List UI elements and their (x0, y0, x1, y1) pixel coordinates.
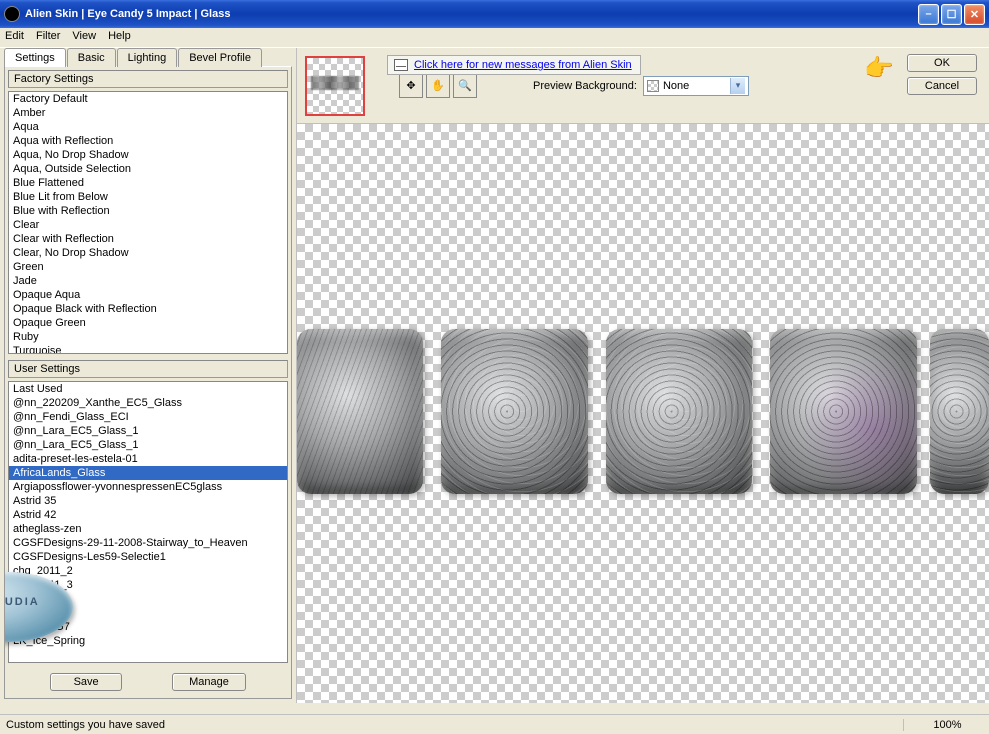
list-item[interactable]: Astrid 35 (9, 494, 287, 508)
menu-edit[interactable]: Edit (5, 30, 24, 45)
list-item[interactable]: adita-preset-les-estela-01 (9, 452, 287, 466)
list-item[interactable]: Glass_CG7 (9, 620, 287, 634)
list-item[interactable]: @nn_Fendi_Glass_ECI (9, 410, 287, 424)
alien-skin-link[interactable]: Click here for new messages from Alien S… (414, 59, 632, 71)
list-item[interactable]: Last Used (9, 382, 287, 396)
glass-tile (930, 329, 989, 494)
status-zoom: 100% (903, 719, 983, 731)
menu-help[interactable]: Help (108, 30, 131, 45)
list-item[interactable]: Argiapossflower-yvonnespressenEC5glass (9, 480, 287, 494)
list-item[interactable]: Turquoise (9, 344, 287, 354)
list-item[interactable]: Clear (9, 218, 287, 232)
status-text: Custom settings you have saved (6, 719, 903, 731)
window-title: Alien Skin | Eye Candy 5 Impact | Glass (25, 8, 918, 20)
list-item[interactable]: Glass_CG6 (9, 606, 287, 620)
glass-tile (606, 329, 753, 494)
preview-canvas[interactable] (297, 124, 989, 703)
list-item[interactable]: Factory Default (9, 92, 287, 106)
glass-tile (441, 329, 588, 494)
minimize-button[interactable]: – (918, 4, 939, 25)
tab-bevel-profile[interactable]: Bevel Profile (178, 48, 262, 67)
menu-bar: Edit Filter View Help (0, 28, 989, 48)
preview-bg-label: Preview Background: (533, 80, 637, 92)
glass-preview-row (297, 329, 989, 494)
list-item[interactable]: @nn_Lara_EC5_Glass_1 (9, 438, 287, 452)
message-link-box[interactable]: Click here for new messages from Alien S… (387, 55, 641, 75)
tab-bar: Settings Basic Lighting Bevel Profile (4, 48, 292, 67)
list-item[interactable]: CGSFDesigns-Les59-Selectie1 (9, 550, 287, 564)
save-button[interactable]: Save (50, 673, 122, 691)
list-item[interactable]: Blue with Reflection (9, 204, 287, 218)
titlebar: Alien Skin | Eye Candy 5 Impact | Glass … (0, 0, 989, 28)
envelope-icon (394, 59, 408, 71)
list-item[interactable]: Opaque Green (9, 316, 287, 330)
preview-pane: ✥ ✋ 🔍 Preview Background: None ▾ Click h… (297, 48, 989, 703)
user-settings-list[interactable]: Last Used@nn_220209_Xanthe_EC5_Glass@nn_… (8, 381, 288, 664)
menu-view[interactable]: View (72, 30, 96, 45)
move-tool-icon[interactable]: ✥ (399, 74, 423, 98)
list-item[interactable]: Jade (9, 274, 287, 288)
chevron-down-icon: ▾ (730, 78, 745, 94)
list-item[interactable]: Clear, No Drop Shadow (9, 246, 287, 260)
manage-button[interactable]: Manage (172, 673, 246, 691)
status-bar: Custom settings you have saved 100% (0, 714, 989, 734)
maximize-button[interactable]: ☐ (941, 4, 962, 25)
glass-tile (770, 329, 917, 494)
list-item[interactable]: LK_Ice_Spring (9, 634, 287, 648)
list-item[interactable]: Blue Lit from Below (9, 190, 287, 204)
preview-bg-value: None (663, 80, 689, 92)
list-item[interactable]: chg_2011_2 (9, 564, 287, 578)
cancel-button[interactable]: Cancel (907, 77, 977, 95)
list-item[interactable]: atheglass-zen (9, 522, 287, 536)
list-item[interactable]: Opaque Aqua (9, 288, 287, 302)
list-item[interactable]: @nn_220209_Xanthe_EC5_Glass (9, 396, 287, 410)
list-item[interactable]: CGSFDesigns-29-11-2008-Stairway_to_Heave… (9, 536, 287, 550)
list-item[interactable]: Aqua, Outside Selection (9, 162, 287, 176)
zoom-tool-icon[interactable]: 🔍 (453, 74, 477, 98)
ok-button[interactable]: OK (907, 54, 977, 72)
thumbnail-preview[interactable] (305, 56, 365, 116)
list-item[interactable]: Opaque Black with Reflection (9, 302, 287, 316)
tab-lighting[interactable]: Lighting (117, 48, 178, 67)
list-item[interactable]: Aqua with Reflection (9, 134, 287, 148)
list-item[interactable]: @nn_Lara_EC5_Glass_1 (9, 424, 287, 438)
preview-bg-select[interactable]: None ▾ (643, 76, 749, 96)
list-item[interactable]: AfricaLands_Glass (9, 466, 287, 480)
list-item[interactable]: Green (9, 260, 287, 274)
factory-settings-list[interactable]: Factory DefaultAmberAquaAqua with Reflec… (8, 91, 288, 354)
user-settings-header: User Settings (8, 360, 288, 378)
list-item[interactable]: Astrid 42 (9, 508, 287, 522)
menu-filter[interactable]: Filter (36, 30, 60, 45)
tab-basic[interactable]: Basic (67, 48, 116, 67)
glass-tile (297, 329, 423, 494)
list-item[interactable]: Clear with Reflection (9, 232, 287, 246)
factory-settings-header: Factory Settings (8, 70, 288, 88)
list-item[interactable]: chg_2011_3 (9, 578, 287, 592)
app-icon (4, 6, 20, 22)
list-item[interactable]: Glass_CG4 (9, 592, 287, 606)
list-item[interactable]: Amber (9, 106, 287, 120)
list-item[interactable]: Aqua (9, 120, 287, 134)
list-item[interactable]: Ruby (9, 330, 287, 344)
tab-settings[interactable]: Settings (4, 48, 66, 67)
close-button[interactable]: ✕ (964, 4, 985, 25)
sidebar: Settings Basic Lighting Bevel Profile Fa… (0, 48, 297, 703)
list-item[interactable]: Blue Flattened (9, 176, 287, 190)
hand-tool-icon[interactable]: ✋ (426, 74, 450, 98)
list-item[interactable]: Aqua, No Drop Shadow (9, 148, 287, 162)
checker-swatch-icon (647, 80, 659, 92)
